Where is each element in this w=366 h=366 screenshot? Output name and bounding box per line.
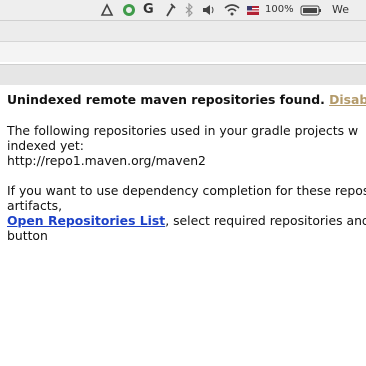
notification-title: Unindexed remote maven repositories foun… [7,92,366,107]
repo-url: http://repo1.maven.org/maven2 [7,153,206,168]
flag-icon[interactable] [246,3,260,17]
clock[interactable]: We [332,3,349,17]
notification-panel: Unindexed remote maven repositories foun… [0,85,366,255]
window-title-bar [0,21,366,42]
bluetooth-icon[interactable] [184,2,194,18]
body-line-4: artifacts, [7,198,63,213]
body-line-5-rest: , select required repositories and [165,213,366,228]
body-line-6: button [7,228,48,243]
body-line-3: If you want to use dependency completion… [7,183,366,198]
body-line-5: Open Repositories List, select required … [7,213,366,228]
wifi-icon[interactable] [224,3,240,17]
notification-header-strip [0,64,366,86]
volume-icon[interactable] [202,3,216,17]
system-menu-bar: G 100% We [0,0,366,21]
battery-icon[interactable] [300,3,322,17]
body-line-1: The following repositories used in your … [7,123,359,138]
wrench-icon[interactable] [164,3,176,17]
drive-icon[interactable] [100,3,114,17]
disable-link[interactable]: Disable... [329,92,366,107]
notification-body: The following repositories used in your … [7,123,366,243]
chat-icon[interactable] [122,3,136,17]
notification-title-text: Unindexed remote maven repositories foun… [7,92,325,107]
battery-percent: 100% [265,4,294,15]
body-line-2: indexed yet: [7,138,84,153]
empty-area [0,255,366,366]
editor-toolbar [0,42,366,62]
open-repositories-link[interactable]: Open Repositories List [7,213,165,228]
g-icon[interactable]: G [143,3,154,17]
